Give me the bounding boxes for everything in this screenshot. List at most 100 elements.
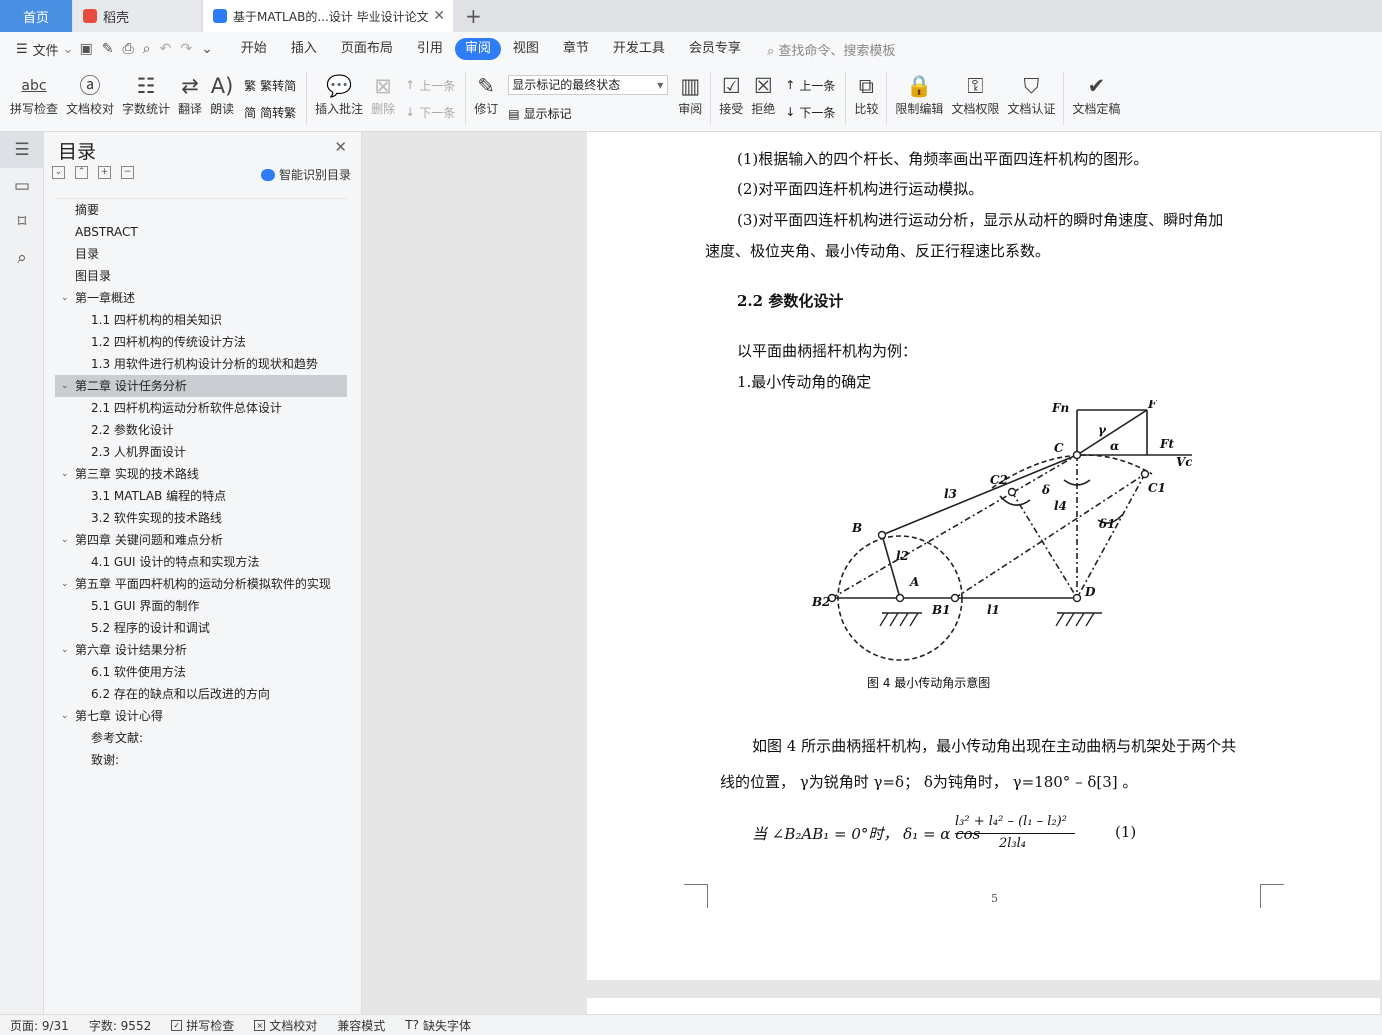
spell-check-button[interactable]: abc 拼写检查	[0, 66, 62, 131]
toc-item[interactable]: ⌄ 第三章 实现的技术路线	[55, 463, 347, 485]
tab-daoke[interactable]: 稻壳	[73, 0, 201, 32]
toc-item[interactable]: ⌄ 第七章 设计心得	[55, 705, 347, 727]
menu-review[interactable]: 审阅	[454, 38, 501, 60]
print-preview-icon[interactable]: ⌕	[143, 41, 151, 57]
collapse-all-icon[interactable]: ⌄	[52, 166, 65, 179]
chevron-down-icon[interactable]: ⌄	[61, 639, 69, 661]
finalize-button[interactable]: ✔ 文档定稿	[1068, 66, 1124, 131]
read-aloud-button[interactable]: A) 朗读	[206, 66, 238, 131]
chevron-down-icon[interactable]: ⌄	[61, 375, 69, 397]
document-canvas[interactable]: (1)根据输入的四个杆长、角频率画出平面四连杆机构的图形。 (2)对平面四连杆机…	[362, 132, 1382, 1014]
compare-button[interactable]: ⧉ 比较	[850, 66, 882, 131]
chapter-nav-icon[interactable]: ▭	[0, 168, 44, 204]
toc-item[interactable]: 2.2 参数化设计	[55, 419, 347, 441]
toc-item[interactable]: ⌄ 第六章 设计结果分析	[55, 639, 347, 661]
review-pane-button[interactable]: ▥ 审阅	[674, 66, 706, 131]
command-search[interactable]: ⌕ 查找命令、搜索模板	[767, 40, 895, 59]
menu-start[interactable]: 开始	[229, 38, 279, 60]
toc-item[interactable]: 目录	[55, 243, 347, 265]
close-icon[interactable]: ✕	[334, 138, 347, 156]
prev-change-button[interactable]: ↑ 上一条	[785, 77, 835, 94]
word-count-indicator[interactable]: 字数: 9552	[79, 1017, 161, 1034]
toc-item[interactable]: 6.2 存在的缺点和以后改进的方向	[55, 683, 347, 705]
new-tab-button[interactable]: +	[453, 0, 494, 32]
save-icon[interactable]: ▣	[80, 41, 93, 57]
restrict-edit-button[interactable]: 🔒 限制编辑	[891, 66, 947, 131]
reject-button[interactable]: ☒ 拒绝	[747, 66, 779, 131]
doc-permission-button[interactable]: ⚿ 文档权限	[947, 66, 1003, 131]
plus-icon[interactable]: +	[98, 166, 111, 179]
document-page[interactable]: (1)根据输入的四个杆长、角频率画出平面四连杆机构的图形。 (2)对平面四连杆机…	[587, 132, 1380, 980]
toc-item[interactable]: 2.1 四杆机构运动分析软件总体设计	[55, 397, 347, 419]
toc-item[interactable]: 3.1 MATLAB 编程的特点	[55, 485, 347, 507]
delete-comment-button[interactable]: ⊠ 删除	[367, 66, 399, 131]
toc-item[interactable]: 图目录	[55, 265, 347, 287]
toc-item[interactable]: ABSTRACT	[55, 221, 347, 243]
toc-item[interactable]: 5.2 程序的设计和调试	[55, 617, 347, 639]
chevron-down-icon[interactable]: ⌄	[61, 705, 69, 727]
tab-close-icon[interactable]: ✕	[433, 8, 445, 24]
toc-item[interactable]: 5.1 GUI 界面的制作	[55, 595, 347, 617]
translate-button[interactable]: ⇄ 翻译	[174, 66, 206, 131]
menu-view[interactable]: 视图	[501, 38, 551, 60]
toc-item[interactable]: 3.2 软件实现的技术路线	[55, 507, 347, 529]
toc-item[interactable]: 摘要	[55, 199, 347, 221]
chevron-down-icon[interactable]: ⌄	[61, 573, 69, 595]
toc-item[interactable]: 2.3 人机界面设计	[55, 441, 347, 463]
insert-comment-button[interactable]: 💬 插入批注	[311, 66, 367, 131]
menu-reference[interactable]: 引用	[405, 38, 455, 60]
toc-item[interactable]: 1.1 四杆机构的相关知识	[55, 309, 347, 331]
page-indicator[interactable]: 页面: 9/31	[0, 1017, 79, 1034]
bookmark-icon[interactable]: ⌑	[0, 204, 44, 240]
more-icon[interactable]: ⌄	[201, 41, 213, 57]
next-change-button[interactable]: ↓ 下一条	[785, 104, 835, 121]
menu-chapter[interactable]: 章节	[551, 38, 601, 60]
toc-item[interactable]: ⌄ 第二章 设计任务分析	[55, 375, 347, 397]
tab-home[interactable]: 首页	[0, 0, 72, 32]
search-icon[interactable]: ⌕	[0, 240, 44, 276]
undo-icon[interactable]: ↶	[160, 41, 172, 57]
accept-button[interactable]: ☑ 接受	[715, 66, 747, 131]
status-proofread[interactable]: × 文档校对	[244, 1017, 327, 1034]
divider	[886, 72, 888, 125]
toc-item[interactable]: 6.1 软件使用方法	[55, 661, 347, 683]
prev-comment-button[interactable]: ↑ 上一条	[405, 77, 455, 94]
to-simplified-button[interactable]: 简简转繁	[244, 104, 296, 121]
menu-insert[interactable]: 插入	[279, 38, 329, 60]
show-markup-button[interactable]: ▤ 显示标记	[508, 105, 668, 122]
doc-certify-button[interactable]: ⛉ 文档认证	[1003, 66, 1059, 131]
status-spell-check[interactable]: ✓ 拼写检查	[161, 1017, 244, 1034]
missing-font[interactable]: T? 缺失字体	[395, 1017, 481, 1034]
word-count-button[interactable]: ☷ 字数统计	[118, 66, 174, 131]
file-menu[interactable]: ☰ 文件 ⌄	[0, 40, 74, 59]
toc-item[interactable]: ⌄ 第一章概述	[55, 287, 347, 309]
toc-item[interactable]: 4.1 GUI 设计的特点和实现方法	[55, 551, 347, 573]
menu-member[interactable]: 会员专享	[677, 38, 753, 60]
chevron-down-icon[interactable]: ⌄	[61, 463, 69, 485]
toc-item[interactable]: 参考文献:	[55, 727, 347, 749]
format-painter-icon[interactable]: ✎	[102, 41, 114, 57]
menu-dev-tools[interactable]: 开发工具	[601, 38, 677, 60]
expand-all-icon[interactable]: ⌃	[75, 166, 88, 179]
next-comment-button[interactable]: ↓ 下一条	[405, 104, 455, 121]
chevron-down-icon[interactable]: ⌄	[61, 287, 69, 309]
chevron-down-icon[interactable]: ⌄	[61, 529, 69, 551]
toc-item[interactable]: 致谢:	[55, 749, 347, 771]
menu-page-layout[interactable]: 页面布局	[329, 38, 405, 60]
toc-panel-icon[interactable]: ☰	[0, 132, 44, 168]
ai-toc-button[interactable]: 智能识别目录	[260, 166, 351, 183]
proofread-button[interactable]: ⓐ 文档校对	[62, 66, 118, 131]
toc-item[interactable]: 1.3 用软件进行机构设计分析的现状和趋势	[55, 353, 347, 375]
track-changes-button[interactable]: ✎ 修订	[470, 66, 502, 131]
toc-item[interactable]: ⌄ 第五章 平面四杆机构的运动分析模拟软件的实现	[55, 573, 347, 595]
toc-item[interactable]: 1.2 四杆机构的传统设计方法	[55, 331, 347, 353]
next-page[interactable]	[587, 998, 1380, 1014]
print-icon[interactable]: ⎙	[123, 41, 134, 57]
tab-document[interactable]: 基于MATLAB的...设计 毕业设计论文 ✕	[203, 0, 453, 32]
toc-item[interactable]: ⌄ 第四章 关键问题和难点分析	[55, 529, 347, 551]
minus-icon[interactable]: −	[121, 166, 134, 179]
to-traditional-button[interactable]: 繁繁转简	[244, 77, 296, 94]
toc-list: 摘要 ABSTRACT 目录 图目录 ⌄ 第一章概述 1.1 四杆机构的相关知识 1.2 四杆…	[55, 198, 347, 998]
markup-select[interactable]: 显示标记的最终状态	[508, 75, 669, 95]
redo-icon[interactable]: ↷	[180, 41, 192, 57]
